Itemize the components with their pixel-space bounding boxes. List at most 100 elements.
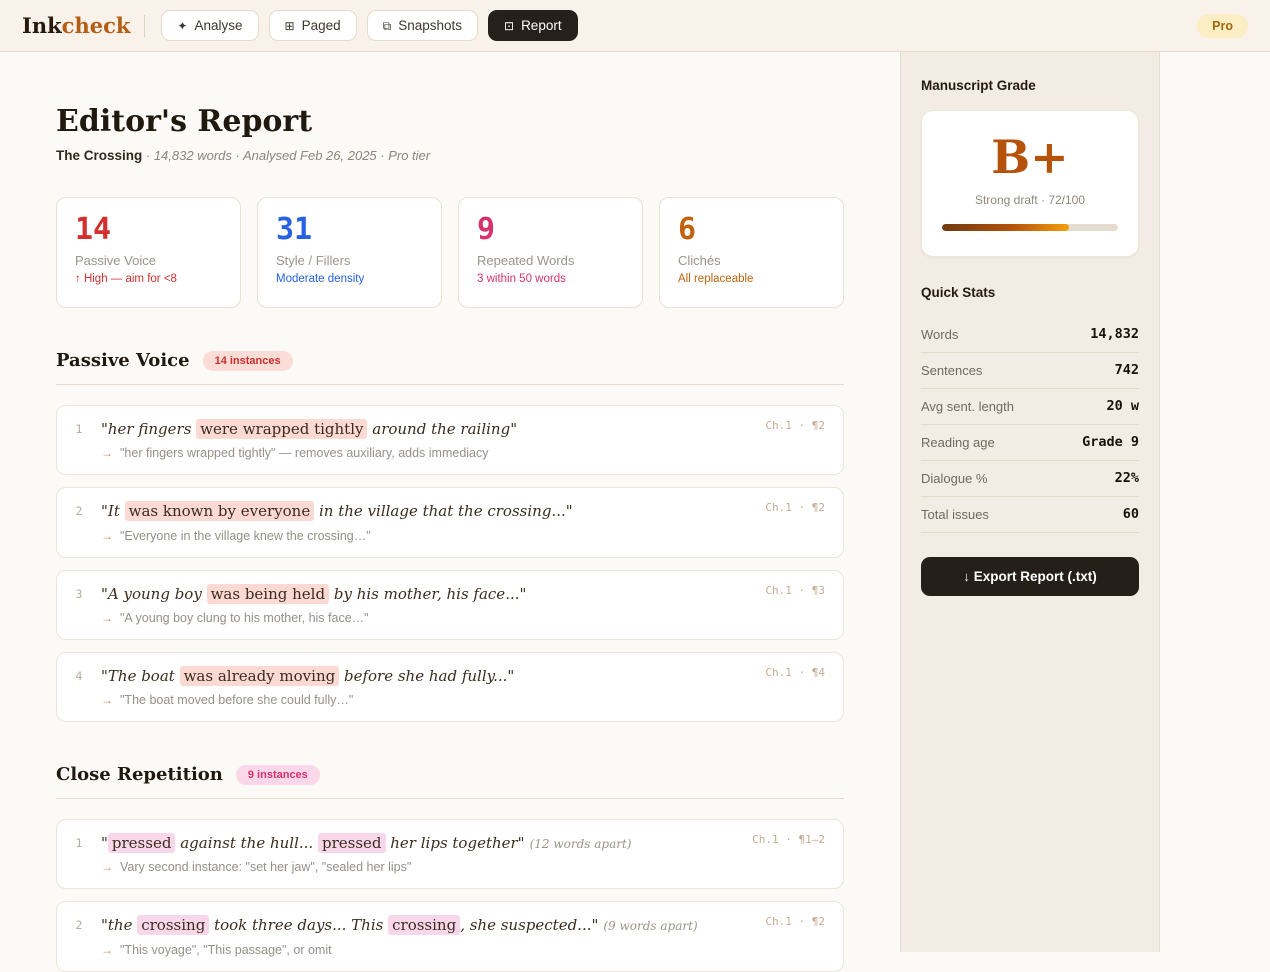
suggestion: →"A young boy clung to his mother, his f…	[101, 611, 723, 625]
quote-text: in the village that the crossing..."	[314, 502, 572, 520]
suggestion-text: "her fingers wrapped tightly" — removes …	[120, 446, 489, 460]
quick-stat-row: Total issues 60	[921, 497, 1139, 533]
issue-body: "The boat was already moving before she …	[101, 666, 723, 707]
quote-text: "the	[101, 916, 137, 934]
issue-sections: Passive Voice14 instances1"her fingers w…	[56, 350, 844, 972]
report-icon: ⊡	[504, 20, 514, 32]
nav-button-paged[interactable]: ⊞Paged	[269, 10, 357, 41]
chapter-paragraph-ref: Ch.1 · ¶2	[765, 501, 825, 514]
chapter-paragraph-ref: Ch.1 · ¶2	[765, 419, 825, 432]
quick-stat-label: Sentences	[921, 363, 982, 378]
arrow-right-icon: →	[101, 860, 113, 874]
stat-card-label: Style / Fillers	[276, 253, 423, 268]
section-title: Close Repetition	[56, 764, 223, 785]
stat-card-repeated-words: 9Repeated Words3 within 50 words	[458, 197, 643, 308]
nav-button-analyse[interactable]: ✦Analyse	[161, 10, 258, 41]
suggestion-text: "A young boy clung to his mother, his fa…	[120, 611, 369, 625]
issue-number: 1	[57, 833, 101, 874]
logo-check: check	[62, 13, 131, 38]
quote-text: by his mother, his face..."	[329, 585, 526, 603]
export-report-button[interactable]: ↓ Export Report (.txt)	[921, 557, 1139, 596]
section-header: Passive Voice14 instances	[56, 350, 844, 371]
arrow-right-icon: →	[101, 693, 113, 707]
quote-text: "	[101, 834, 108, 852]
suggestion: → "her fingers wrapped tightly" — removes…	[101, 446, 723, 460]
stat-card-note: ↑ High — aim for <8	[75, 273, 222, 285]
section-title: Passive Voice	[56, 350, 190, 371]
quote-text: "A young boy	[101, 585, 207, 603]
stat-card-value: 6	[678, 213, 825, 248]
issue-item[interactable]: 1"pressed against the hull... pressed he…	[56, 819, 844, 889]
highlighted-phrase: was known by everyone	[125, 501, 315, 521]
issue-number: 4	[57, 666, 101, 707]
words-apart-note: (12 words apart)	[530, 837, 632, 851]
highlighted-phrase: pressed	[318, 833, 386, 853]
grade-value: B+	[942, 133, 1118, 181]
quick-stat-row: Sentences 742	[921, 353, 1139, 389]
nav-button-label: Snapshots	[398, 18, 462, 33]
highlighted-phrase: was already moving	[180, 666, 340, 686]
section-header: Close Repetition9 instances	[56, 764, 844, 785]
manuscript-meta-text: · 14,832 words · Analysed Feb 26, 2025 ·…	[146, 148, 430, 163]
quick-stat-value: 22%	[1115, 470, 1139, 486]
report-main: Editor's Report The Crossing · 14,832 wo…	[0, 52, 900, 952]
quick-stat-label: Reading age	[921, 435, 995, 450]
stat-card-style-fillers: 31 Style / Fillers Moderate density	[257, 197, 442, 308]
quote-text: her lips together"	[386, 834, 525, 852]
pro-badge: Pro	[1197, 14, 1248, 38]
issue-number: 3	[57, 584, 101, 625]
right-gutter	[1160, 52, 1270, 952]
quick-stats-title: Quick Stats	[921, 285, 1139, 300]
quote-text: before she had fully..."	[339, 667, 514, 685]
stat-card-label: Repeated Words	[477, 253, 624, 268]
stat-card-clich-s: 6ClichésAll replaceable	[659, 197, 844, 308]
quick-stat-row: Avg sent. length20 w	[921, 389, 1139, 425]
stat-card-value: 9	[477, 213, 624, 248]
issue-quote: "pressed against the hull... pressed her…	[101, 833, 723, 853]
issue-item[interactable]: 2"It was known by everyone in the villag…	[56, 487, 844, 557]
quick-stats-list: Words14,832Sentences742Avg sent. length2…	[921, 317, 1139, 533]
quote-text: took three days... This	[209, 916, 388, 934]
issue-body: "A young boy was being held by his mothe…	[101, 584, 723, 625]
nav-button-label: Paged	[302, 18, 341, 33]
issue-quote: "her fingers were wrapped tightly around…	[101, 419, 723, 439]
issue-item[interactable]: 4"The boat was already moving before she…	[56, 652, 844, 722]
issue-number: 1	[57, 419, 101, 460]
highlighted-phrase: was being held	[207, 584, 330, 604]
suggestion-text: Vary second instance: "set her jaw", "se…	[120, 860, 411, 874]
nav-divider	[144, 15, 145, 37]
quick-stat-row: Dialogue %22%	[921, 461, 1139, 497]
quick-stat-value: 742	[1115, 362, 1139, 378]
arrow-right-icon: →	[101, 446, 113, 460]
issue-item[interactable]: 1"her fingers were wrapped tightly aroun…	[56, 405, 844, 475]
grade-progress-fill	[942, 224, 1069, 231]
issue-quote: "the crossing took three days... This cr…	[101, 915, 723, 935]
quick-stat-value: Grade 9	[1082, 434, 1139, 450]
suggestion: →"The boat moved before she could fully……	[101, 693, 723, 707]
stat-card-note: All replaceable	[678, 273, 825, 285]
chapter-paragraph-ref: Ch.1 · ¶2	[765, 915, 825, 928]
nav-button-snapshots[interactable]: ⧉ Snapshots	[367, 10, 478, 41]
issue-item[interactable]: 2"the crossing took three days... This c…	[56, 901, 844, 971]
sparkle-icon: ✦	[177, 20, 187, 32]
quote-text: "her fingers	[101, 420, 196, 438]
issue-quote: "The boat was already moving before she …	[101, 666, 723, 686]
suggestion-text: "This voyage", "This passage", or omit	[120, 943, 332, 957]
snapshots-icon: ⧉	[383, 20, 392, 32]
sidebar: Manuscript Grade B+ Strong draft · 72/10…	[900, 52, 1160, 952]
quote-text: against the hull...	[175, 834, 318, 852]
quick-stat-label: Avg sent. length	[921, 399, 1014, 414]
issue-item[interactable]: 3"A young boy was being held by his moth…	[56, 570, 844, 640]
quick-stat-label: Total issues	[921, 507, 989, 522]
issue-number: 2	[57, 915, 101, 956]
highlighted-phrase: crossing	[137, 915, 209, 935]
quick-stat-value: 60	[1123, 506, 1139, 522]
stat-card-value: 31	[276, 213, 423, 248]
stat-card-passive-voice: 14Passive Voice↑ High — aim for <8	[56, 197, 241, 308]
quote-text: "It	[101, 502, 125, 520]
grade-progress-bar	[942, 224, 1118, 231]
chapter-paragraph-ref: Ch.1 · ¶4	[765, 666, 825, 679]
stat-card-note: Moderate density	[276, 273, 423, 285]
grade-card: B+ Strong draft · 72/100	[921, 110, 1139, 257]
nav-button-report[interactable]: ⊡Report	[488, 10, 578, 41]
